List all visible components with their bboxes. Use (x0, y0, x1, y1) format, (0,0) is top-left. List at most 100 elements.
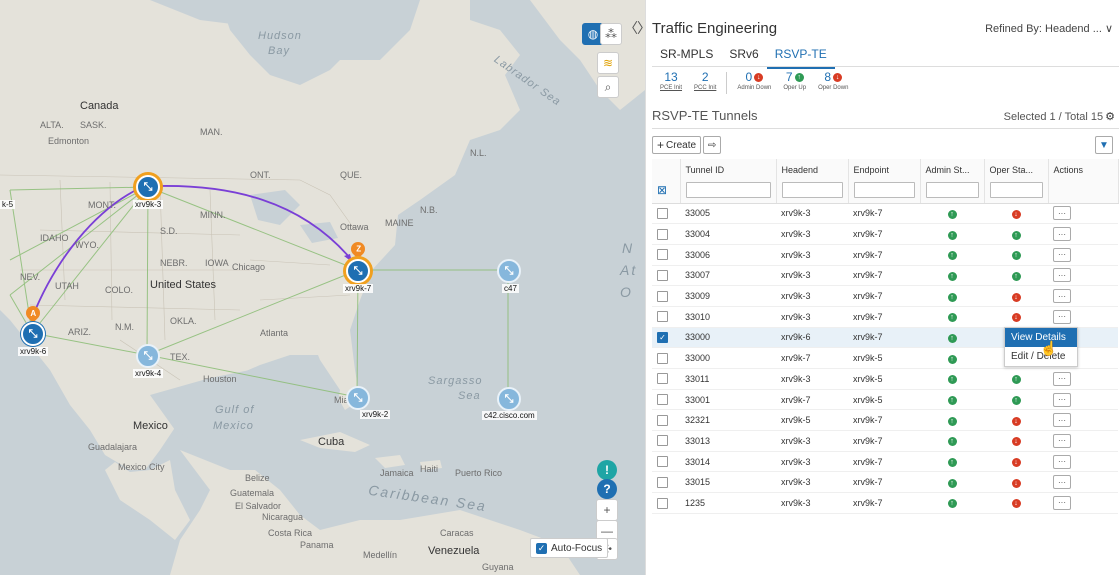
more-actions-button[interactable]: ··· (1053, 475, 1071, 490)
table-row[interactable]: 1235 xrv9k-3 xrv9k-7 ↑ ↓ ··· (652, 492, 1118, 514)
row-checkbox[interactable] (657, 414, 668, 426)
row-checkbox-cell[interactable] (652, 451, 680, 473)
more-actions-button[interactable]: ··· (1053, 289, 1071, 304)
status-up-icon: ↑ (947, 271, 957, 281)
column-endpoint[interactable]: Endpoint (848, 159, 921, 204)
tunnel-id-filter-input[interactable] (685, 182, 771, 198)
column-tunnel-id[interactable]: Tunnel ID (680, 159, 777, 204)
router-node-c47[interactable]: ⤡ (497, 259, 521, 283)
router-label-partial: k-5 (0, 200, 16, 209)
row-checkbox-cell[interactable] (652, 492, 680, 514)
stat-admin-down[interactable]: 0 ↓ Admin Down (731, 70, 777, 91)
tunnel-id-cell: 1235 (680, 492, 776, 514)
table-row[interactable]: 33004 xrv9k-3 xrv9k-7 ↑ ↑ ··· (652, 223, 1118, 245)
more-actions-button[interactable]: ··· (1053, 392, 1071, 407)
gear-icon[interactable]: ⚙ (1105, 110, 1115, 123)
alert-button[interactable]: ! (597, 460, 617, 480)
more-actions-button[interactable]: ··· (1053, 454, 1071, 469)
stat-oper-up[interactable]: 7 ↑ Oper Up (777, 70, 812, 91)
router-node-xrv9k-2[interactable]: ⤡ (346, 386, 370, 410)
router-icon: ⤡ (504, 264, 514, 277)
row-checkbox-cell[interactable] (652, 306, 680, 328)
row-checkbox-cell[interactable] (652, 430, 680, 452)
row-checkbox-cell[interactable] (652, 203, 680, 225)
filter-button[interactable]: ▼ (1095, 136, 1113, 154)
table-row[interactable]: 33007 xrv9k-3 xrv9k-7 ↑ ↑ ··· (652, 265, 1118, 287)
more-actions-button[interactable]: ··· (1053, 413, 1071, 428)
row-checkbox[interactable] (657, 394, 668, 406)
map-label-belize: Belize (245, 473, 270, 483)
row-checkbox-cell[interactable] (652, 409, 680, 432)
row-checkbox[interactable] (657, 352, 668, 364)
zoom-in-button[interactable]: + (596, 499, 618, 521)
more-actions-button[interactable]: ··· (1053, 309, 1071, 324)
table-row[interactable]: 33013 xrv9k-3 xrv9k-7 ↑ ↓ ··· (652, 430, 1118, 452)
column-oper-state[interactable]: Oper Sta... (984, 159, 1049, 204)
row-checkbox-cell[interactable] (652, 389, 680, 411)
more-actions-button[interactable]: ··· (1053, 433, 1071, 448)
router-node-xrv9k-7[interactable]: ⤡ (346, 259, 370, 283)
table-row[interactable]: 33001 xrv9k-7 xrv9k-5 ↑ ↑ ··· (652, 389, 1118, 411)
row-checkbox-cell[interactable] (652, 368, 680, 390)
more-actions-button[interactable]: ··· (1053, 206, 1071, 221)
stat-pce-init[interactable]: 13 PCE Init (654, 70, 688, 91)
oper-state-filter-input[interactable] (989, 182, 1043, 198)
row-checkbox-cell[interactable] (652, 471, 680, 494)
search-map-button[interactable]: ⌕ (597, 76, 619, 98)
row-checkbox[interactable] (657, 435, 668, 447)
table-row[interactable]: 33009 xrv9k-3 xrv9k-7 ↑ ↓ ··· (652, 285, 1118, 307)
table-row[interactable]: 33010 xrv9k-3 xrv9k-7 ↑ ↓ ··· (652, 306, 1118, 328)
table-row[interactable]: 33005 xrv9k-3 xrv9k-7 ↑ ↓ ··· (652, 203, 1118, 225)
refined-by-dropdown[interactable]: Refined By: Headend ... ∨ (985, 22, 1113, 35)
more-actions-button[interactable]: ··· (1053, 227, 1071, 242)
export-button[interactable]: ⇨ (703, 136, 722, 154)
table-row[interactable]: 33006 xrv9k-3 xrv9k-7 ↑ ↑ ··· (652, 244, 1118, 266)
table-row[interactable]: 33015 xrv9k-3 xrv9k-7 ↑ ↓ ··· (652, 471, 1118, 494)
row-checkbox[interactable] (657, 269, 668, 281)
auto-focus-toggle[interactable]: ✓ Auto-Focus (530, 538, 609, 558)
row-checkbox[interactable] (657, 207, 668, 219)
row-checkbox[interactable] (657, 228, 668, 240)
row-checkbox-cell[interactable]: ✓ (652, 327, 680, 349)
endpoint-filter-input[interactable] (853, 182, 915, 198)
router-node-xrv9k-3[interactable]: ⤡ (136, 175, 160, 199)
row-checkbox[interactable] (657, 311, 668, 323)
row-checkbox-cell[interactable] (652, 223, 680, 245)
help-button[interactable]: ? (597, 479, 617, 499)
row-checkbox[interactable] (657, 497, 668, 509)
row-checkbox[interactable] (657, 249, 668, 261)
headend-filter-input[interactable] (781, 182, 843, 198)
more-actions-button[interactable]: ··· (1053, 495, 1071, 510)
topology-map[interactable]: Hudson Bay Labrador Sea Canada ALTA. SAS… (0, 0, 645, 575)
column-admin-state[interactable]: Admin St... (920, 159, 985, 204)
map-label-cuba: Cuba (318, 436, 345, 448)
row-checkbox-cell[interactable] (652, 244, 680, 266)
router-node-xrv9k-6[interactable]: ⤡ (21, 322, 45, 346)
more-actions-button[interactable]: ··· (1053, 371, 1071, 386)
table-row[interactable]: 32321 xrv9k-5 xrv9k-7 ↑ ↓ ··· (652, 409, 1118, 432)
layers-button[interactable]: ≋ (597, 52, 619, 74)
logical-view-button[interactable]: ⁂ (600, 23, 622, 45)
create-button[interactable]: + Create (652, 136, 702, 154)
row-checkbox[interactable] (657, 373, 668, 385)
table-row[interactable]: 33011 xrv9k-3 xrv9k-5 ↑ ↑ ··· (652, 368, 1118, 390)
actions-cell: ··· (1048, 389, 1118, 411)
router-node-xrv9k-4[interactable]: ⤡ (136, 344, 160, 368)
row-checkbox[interactable] (657, 290, 668, 302)
router-node-c42[interactable]: ⤡ (497, 387, 521, 411)
column-headend[interactable]: Headend (776, 159, 849, 204)
row-checkbox[interactable]: ✓ (657, 332, 668, 344)
more-actions-button[interactable]: ··· (1053, 247, 1071, 262)
row-checkbox-cell[interactable] (652, 347, 680, 369)
admin-state-filter-input[interactable] (925, 182, 979, 198)
select-all-header[interactable]: ⊠ (652, 159, 681, 204)
stat-oper-down[interactable]: 8 ↓ Oper Down (812, 70, 854, 91)
table-row[interactable]: 33014 xrv9k-3 xrv9k-7 ↑ ↓ ··· (652, 451, 1118, 473)
row-checkbox-cell[interactable] (652, 265, 680, 287)
panel-collapse-toggle[interactable]: 〈〉 (624, 18, 645, 38)
row-checkbox[interactable] (657, 456, 668, 468)
row-checkbox[interactable] (657, 476, 668, 488)
stat-pcc-init[interactable]: 2 PCC Init (688, 70, 722, 91)
row-checkbox-cell[interactable] (652, 285, 680, 307)
more-actions-button[interactable]: ··· (1053, 268, 1071, 283)
